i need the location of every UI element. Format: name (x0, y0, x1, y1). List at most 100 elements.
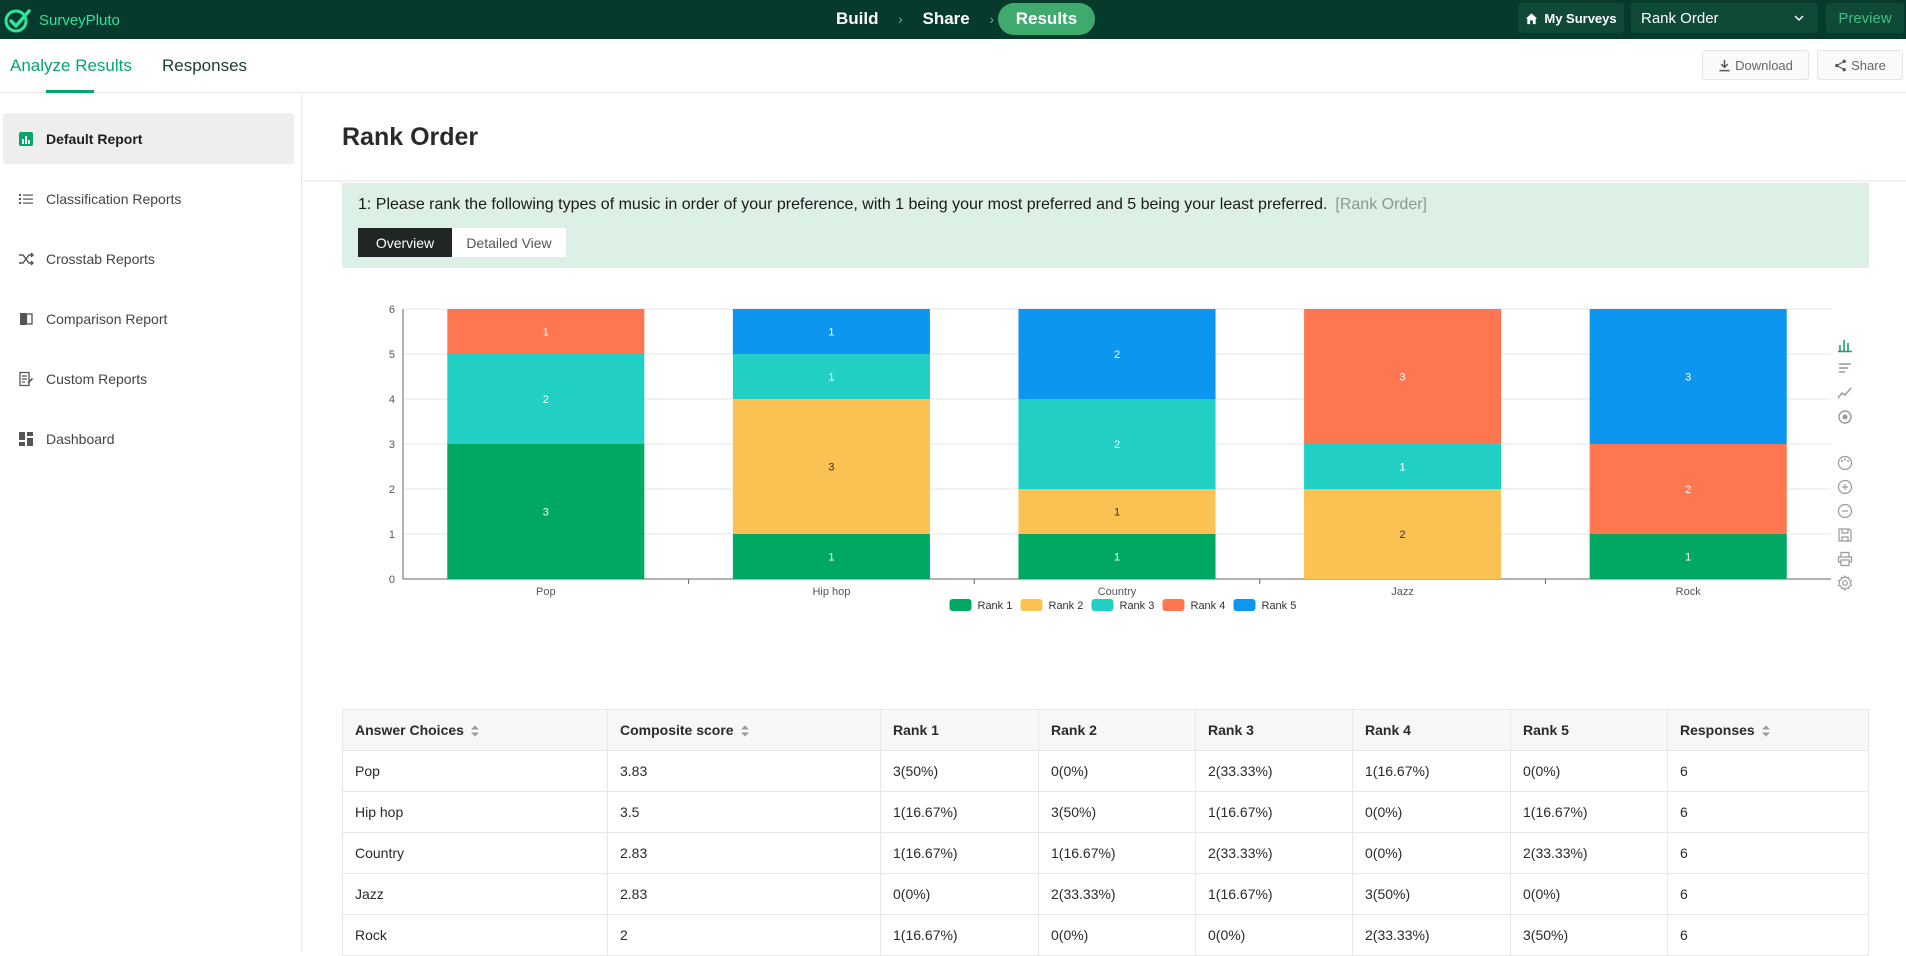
list-icon (19, 193, 33, 204)
sidebar-item-classification-reports[interactable]: Classification Reports (3, 173, 294, 224)
zoom-out-button[interactable] (1833, 499, 1857, 523)
brand-name: SurveyPluto (39, 11, 120, 29)
bar-data-label: 1 (1400, 462, 1406, 474)
column-header-rank-5: Rank 5 (1510, 709, 1668, 751)
my-surveys-button[interactable]: My Surveys (1518, 3, 1624, 33)
table-cell: 2(33.33%) (1038, 873, 1196, 915)
step-build[interactable]: Build (820, 3, 895, 35)
sidebar-item-comparison-report[interactable]: Comparison Report (3, 293, 294, 344)
table-cell: 1(16.67%) (1352, 750, 1511, 792)
results-table: Answer Choices Composite score Rank 1 Ra… (342, 709, 1869, 956)
bar-data-label: 2 (543, 394, 549, 406)
question-text: 1: Please rank the following types of mu… (358, 196, 1328, 213)
table-cell: 6 (1667, 832, 1869, 874)
sort-icon (1761, 725, 1770, 737)
legend-swatch (949, 599, 972, 611)
chart-area: 0 1 2 3 4 5 6 Pop 3 2 1 Hip hop 1 3 1 1 Country 1 1 2 2 Jazz 2… (342, 268, 1869, 708)
bar-data-label: 3 (1685, 372, 1691, 384)
question-header: 1: Please rank the following types of mu… (342, 183, 1869, 268)
column-header-composite-score[interactable]: Composite score (607, 709, 881, 751)
table-cell: 0(0%) (880, 873, 1039, 915)
x-tick-label: Rock (1676, 586, 1702, 598)
table-cell: 2 (607, 914, 881, 956)
document-edit-icon (19, 371, 34, 386)
table-cell: 1(16.67%) (1038, 832, 1196, 874)
print-button[interactable] (1833, 547, 1857, 571)
zoom-in-button[interactable] (1833, 475, 1857, 499)
y-tick-label: 6 (389, 304, 395, 316)
step-share[interactable]: Share (907, 3, 986, 35)
survey-select[interactable]: Rank Order (1631, 3, 1818, 33)
legend-swatch (1162, 599, 1185, 611)
column-header-rank-2: Rank 2 (1038, 709, 1196, 751)
download-icon (1719, 59, 1730, 71)
share-button[interactable]: Share (1817, 50, 1903, 80)
sidebar-item-crosstab-reports[interactable]: Crosstab Reports (3, 233, 294, 284)
bar-data-label: 1 (1685, 552, 1691, 564)
question-type: [Rank Order] (1335, 196, 1427, 213)
legend-label: Rank 5 (1262, 600, 1297, 612)
line-chart-type-button[interactable] (1833, 381, 1857, 405)
divider (302, 180, 1906, 182)
table-cell: 0(0%) (1352, 791, 1511, 833)
bar-chart-type-button[interactable] (1833, 333, 1857, 357)
sidebar-item-custom-reports[interactable]: Custom Reports (3, 353, 294, 404)
x-tick-label: Jazz (1391, 586, 1414, 598)
horizontal-bar-type-button[interactable] (1833, 357, 1857, 381)
gear-icon (1837, 575, 1853, 591)
surveypluto-logo-icon (4, 9, 31, 33)
chevron-right-icon: › (898, 11, 903, 27)
tab-responses[interactable]: Responses (162, 56, 247, 76)
table-cell: 1(16.67%) (880, 791, 1039, 833)
bar-data-label: 1 (1114, 552, 1120, 564)
chevron-right-icon: › (989, 11, 995, 27)
table-cell: 3.83 (607, 750, 881, 792)
report-sidebar: Default Report Classification Reports Cr… (0, 94, 302, 950)
tab-overview[interactable]: Overview (358, 228, 452, 257)
y-tick-label: 2 (389, 484, 395, 496)
legend-swatch (1020, 599, 1043, 611)
table-row: Country 2.83 1(16.67%) 1(16.67%) 2(33.33… (342, 832, 1869, 874)
table-cell: 2.83 (607, 873, 881, 915)
workflow-steps: Build › Share › Results (820, 2, 1096, 36)
y-tick-label: 1 (389, 529, 395, 541)
table-cell: 0(0%) (1038, 750, 1196, 792)
share-label: Share (1851, 57, 1886, 73)
x-tick-label: Pop (536, 586, 556, 598)
sidebar-item-label: Comparison Report (46, 310, 168, 327)
chart-settings-button[interactable] (1833, 571, 1857, 595)
table-cell: 2.83 (607, 832, 881, 874)
column-header-answer-choices[interactable]: Answer Choices (342, 709, 608, 751)
table-cell: 0(0%) (1195, 914, 1353, 956)
legend-label: Rank 1 (978, 600, 1013, 612)
line-chart-icon (1837, 387, 1852, 399)
preview-button[interactable]: Preview (1826, 3, 1904, 33)
bar-data-label: 1 (1114, 507, 1120, 519)
sidebar-item-default-report[interactable]: Default Report (3, 113, 294, 164)
sidebar-item-dashboard[interactable]: Dashboard (3, 413, 294, 464)
sort-icon (740, 725, 749, 737)
download-button[interactable]: Download (1702, 50, 1809, 80)
tab-analyze-results[interactable]: Analyze Results (10, 56, 132, 76)
home-icon (1526, 12, 1538, 24)
table-cell: 0(0%) (1510, 750, 1668, 792)
sidebar-item-label: Crosstab Reports (46, 250, 155, 267)
bar-data-label: 3 (828, 462, 834, 474)
pie-chart-type-button[interactable] (1833, 405, 1857, 429)
table-row: Pop 3.83 3(50%) 0(0%) 2(33.33%) 1(16.67%… (342, 750, 1869, 792)
palette-icon (1837, 455, 1853, 471)
column-header-rank-4: Rank 4 (1352, 709, 1511, 751)
table-cell: 6 (1667, 914, 1869, 956)
legend-swatch (1233, 599, 1256, 611)
tab-detailed-view[interactable]: Detailed View (452, 228, 566, 257)
brand[interactable]: SurveyPluto (4, 6, 120, 34)
bar-data-label: 2 (1114, 349, 1120, 361)
table-cell: 3(50%) (1038, 791, 1196, 833)
step-results[interactable]: Results (997, 3, 1096, 35)
results-subbar: Analyze Results Responses Download Share (0, 39, 1906, 93)
color-palette-button[interactable] (1833, 451, 1857, 475)
column-header-responses[interactable]: Responses (1667, 709, 1869, 751)
save-image-button[interactable] (1833, 523, 1857, 547)
table-cell: 1(16.67%) (1195, 791, 1353, 833)
horizontal-bar-icon (1839, 363, 1851, 373)
